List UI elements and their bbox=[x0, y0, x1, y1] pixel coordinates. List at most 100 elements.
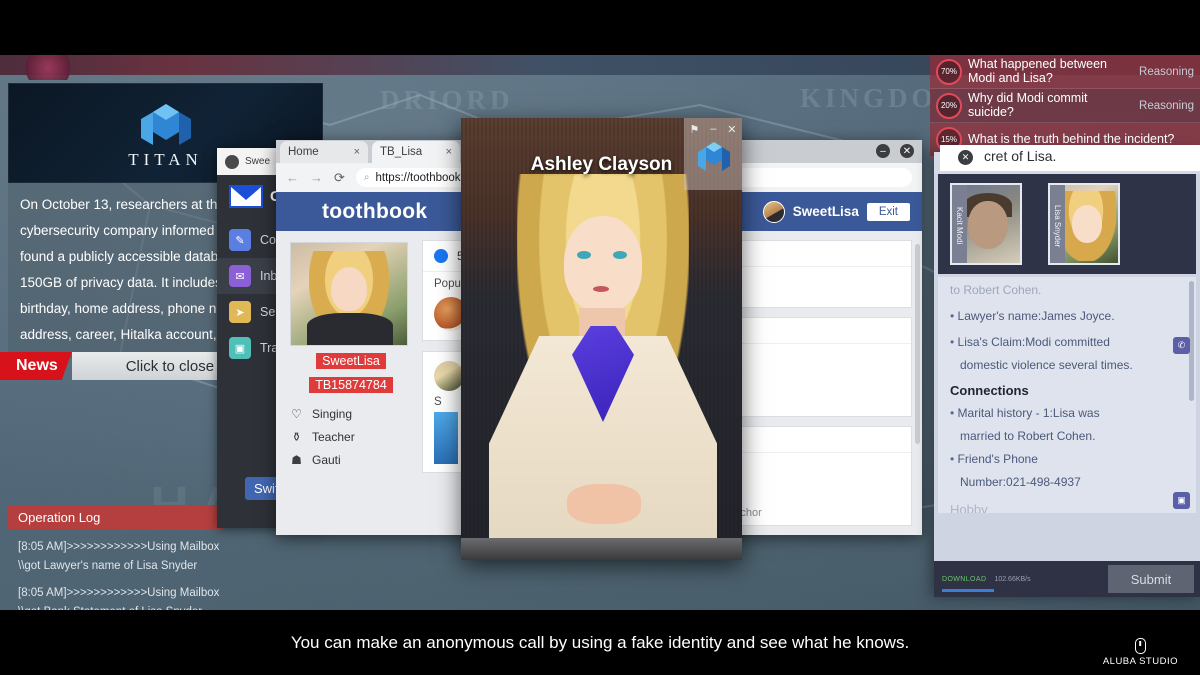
attribute-row: ⚱ Teacher bbox=[290, 430, 412, 444]
tab-close-icon[interactable]: × bbox=[354, 146, 360, 158]
map-label-kingdo: KINGDO bbox=[800, 83, 937, 113]
attribute-label: Singing bbox=[312, 407, 353, 421]
close-icon[interactable]: ✕ bbox=[727, 123, 736, 136]
dossier-line: married to Robert Cohen. bbox=[960, 429, 1096, 443]
url-text: https://toothbook bbox=[375, 171, 461, 184]
quiz-percent: 20% bbox=[936, 92, 962, 119]
character-eye-left bbox=[577, 251, 591, 259]
character-eye-right bbox=[613, 251, 627, 259]
image-action-icon[interactable]: ▣ bbox=[1173, 492, 1190, 509]
titan-wordmark: TITAN bbox=[128, 150, 203, 169]
download-speed: 102.66KB/s bbox=[994, 575, 1031, 583]
quiz-percent: 70% bbox=[936, 58, 962, 85]
window-controls: – ✕ bbox=[876, 144, 914, 158]
post-author-avatar[interactable] bbox=[434, 361, 464, 391]
pin-icon[interactable]: ⚑ bbox=[689, 123, 699, 136]
download-progress-bar bbox=[942, 589, 994, 592]
overlay-close-icon[interactable]: ✕ bbox=[958, 150, 973, 165]
tab-label: TB_Lisa bbox=[380, 146, 423, 158]
quiz-panel: 70% What happened between Modi and Lisa?… bbox=[930, 55, 1200, 157]
like-icon bbox=[434, 249, 448, 263]
mail-titlebar-user: Swee bbox=[245, 156, 271, 167]
avatar-dress-shape bbox=[307, 313, 393, 345]
tab-tb-lisa[interactable]: TB_Lisa × bbox=[372, 141, 460, 163]
page-scrollbar[interactable] bbox=[915, 244, 920, 444]
quiz-tag: Reasoning bbox=[1139, 99, 1194, 112]
envelope-icon bbox=[229, 185, 263, 208]
toothbook-brand: toothbook bbox=[322, 199, 428, 223]
character-lips bbox=[593, 286, 609, 292]
minimize-button[interactable]: – bbox=[876, 144, 890, 158]
profile-username-tag: SweetLisa bbox=[316, 353, 386, 369]
close-button[interactable]: ✕ bbox=[900, 144, 914, 158]
letterbox-top bbox=[0, 0, 1200, 55]
dossier-photo[interactable]: Lisa Snyder bbox=[1048, 183, 1120, 265]
photo-face-shape bbox=[968, 201, 1008, 249]
account-avatar-icon bbox=[762, 200, 785, 223]
phone-action-icon[interactable]: ✆ bbox=[1173, 337, 1190, 354]
dossier-hobby-placeholder: Hobby bbox=[950, 502, 988, 513]
studio-name: ALUBA STUDIO bbox=[1102, 656, 1178, 667]
profile-id-tag: TB15874784 bbox=[309, 377, 393, 393]
operation-log-title: Operation Log bbox=[8, 505, 223, 530]
avatar-face-shape bbox=[331, 267, 367, 311]
dossier-photo[interactable]: Kacit Modi bbox=[950, 183, 1022, 265]
account-name: SweetLisa bbox=[792, 204, 859, 219]
trash-icon: ▣ bbox=[229, 337, 251, 359]
news-badge: News bbox=[0, 352, 72, 380]
dossier-line: Marital history - 1:Lisa was bbox=[938, 400, 1196, 426]
photo-face-shape bbox=[1072, 205, 1102, 243]
attribute-row: ☗ Gauti bbox=[290, 453, 412, 467]
quiz-tag: Reasoning bbox=[1139, 65, 1194, 78]
dossier-photo-label: Kacit Modi bbox=[952, 185, 967, 263]
character-window: Ashley Clayson ⚑ – ✕ bbox=[461, 118, 742, 560]
reload-icon[interactable]: ⟳ bbox=[334, 170, 345, 186]
quiz-row[interactable]: 70% What happened between Modi and Lisa?… bbox=[930, 55, 1200, 89]
download-label: DOWNLOAD bbox=[942, 575, 987, 583]
dossier-photo-label: Lisa Snyder bbox=[1050, 185, 1065, 263]
tab-label: Home bbox=[288, 146, 319, 158]
overlay-notice-text: cret of Lisa. bbox=[984, 148, 1057, 164]
log-spacer bbox=[18, 576, 298, 584]
quiz-question: Why did Modi commit suicide? bbox=[968, 91, 1088, 119]
dossier-line: Lisa's Claim:Modi committed bbox=[938, 329, 1196, 355]
tab-home[interactable]: Home × bbox=[280, 141, 368, 163]
attribute-label: Gauti bbox=[312, 453, 341, 467]
inbox-icon: ✉ bbox=[229, 265, 251, 287]
subtitle-text: You can make an anonymous call by using … bbox=[290, 632, 910, 652]
subtitle-bar: You can make an anonymous call by using … bbox=[0, 610, 1200, 675]
dossier-panel: ✕ Kacit Modi Lisa Snyder to Robert Cohen… bbox=[934, 152, 1200, 597]
screen: DRIORD KINGDO HAMPAT 70% What happened b… bbox=[0, 0, 1200, 675]
character-desk bbox=[461, 538, 742, 560]
submit-button[interactable]: Submit bbox=[1108, 565, 1194, 593]
attribute-row: ♡ Singing bbox=[290, 407, 412, 421]
heart-icon: ♡ bbox=[291, 407, 302, 421]
dossier-line: Number:021-498-4937 bbox=[960, 475, 1081, 489]
profile-picture[interactable] bbox=[290, 242, 408, 346]
back-icon[interactable]: ← bbox=[286, 170, 299, 185]
dossier-details-list[interactable]: to Robert Cohen. Lawyer's name:James Joy… bbox=[938, 277, 1196, 513]
profile-attributes: ♡ Singing ⚱ Teacher ☗ Gauti bbox=[290, 407, 412, 467]
map-label-driord: DRIORD bbox=[380, 85, 514, 115]
forward-icon[interactable]: → bbox=[310, 170, 323, 185]
dossier-footer: DOWNLOAD 102.66KB/s Submit bbox=[934, 561, 1200, 597]
attribute-label: Teacher bbox=[312, 430, 355, 444]
post-image[interactable] bbox=[434, 412, 458, 464]
character-window-controls: ⚑ – ✕ bbox=[684, 118, 742, 190]
exit-button[interactable]: Exit bbox=[866, 202, 910, 221]
minimize-icon[interactable]: – bbox=[710, 123, 716, 135]
titan-small-logo-icon bbox=[698, 142, 730, 171]
mail-nav-label: Inb bbox=[260, 269, 278, 283]
studio-credit: ALUBA STUDIO bbox=[1103, 638, 1178, 667]
dossier-section-heading: Connections bbox=[950, 383, 1029, 398]
tab-close-icon[interactable]: × bbox=[446, 146, 452, 158]
dossier-line: Lawyer's name:James Joyce. bbox=[938, 303, 1196, 329]
log-entry: \\got Lawyer's name of Lisa Snyder bbox=[18, 560, 198, 572]
quiz-row[interactable]: 20% Why did Modi commit suicide? Reasoni… bbox=[930, 89, 1200, 123]
mouse-icon bbox=[1134, 638, 1146, 654]
badge-icon: ⚱ bbox=[291, 430, 302, 444]
user-avatar-icon bbox=[225, 154, 239, 169]
titan-logo-icon bbox=[140, 104, 191, 145]
log-entry: [8:05 AM]>>>>>>>>>>>>Using Mailbox bbox=[18, 587, 220, 599]
operation-log-entries: [8:05 AM]>>>>>>>>>>>>Using Mailbox \\got… bbox=[8, 530, 308, 622]
